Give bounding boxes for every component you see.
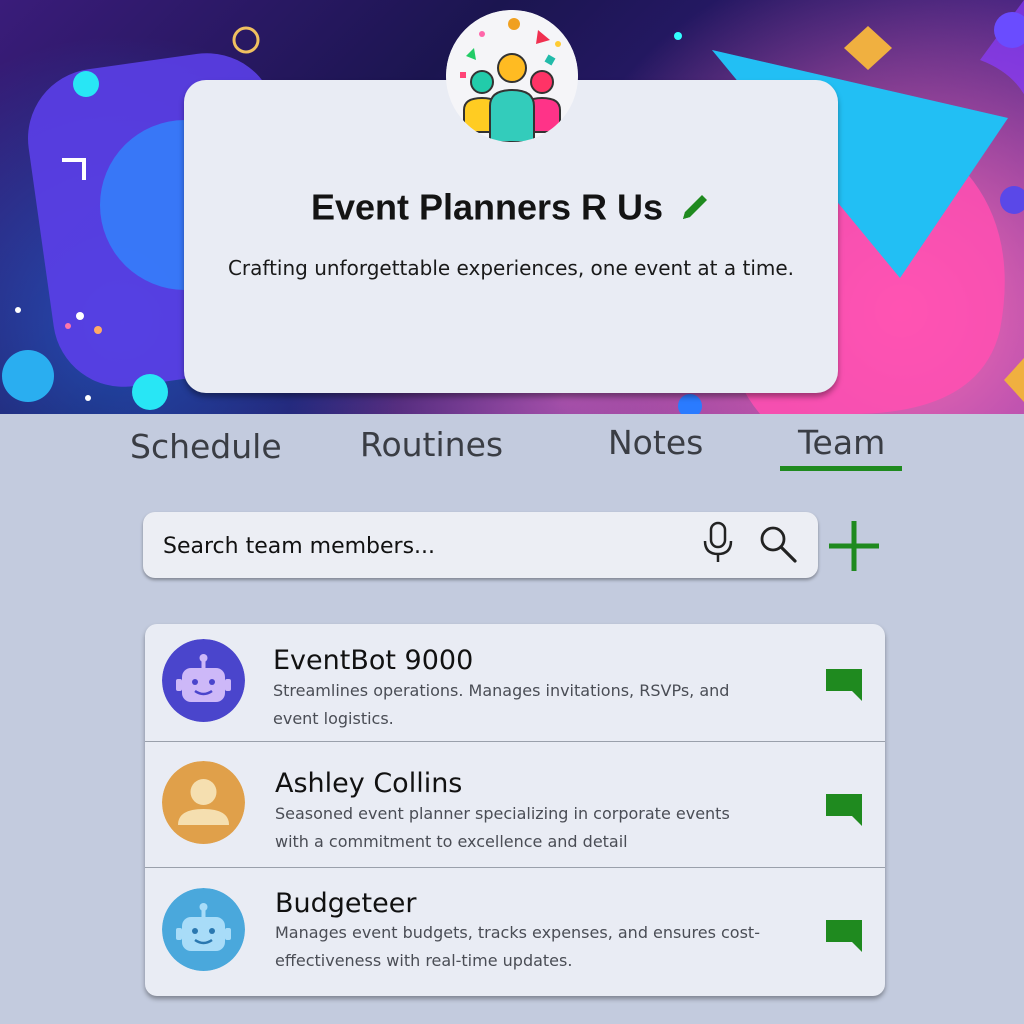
member-name: Ashley Collins: [275, 768, 463, 799]
active-tab-indicator: [780, 466, 902, 471]
tab-schedule[interactable]: Schedule: [130, 427, 282, 466]
org-title: Event Planners R Us: [0, 184, 1024, 228]
microphone-icon[interactable]: [700, 521, 736, 565]
person-icon: [162, 761, 245, 844]
list-item[interactable]: Budgeteer Manages event budgets, tracks …: [145, 867, 885, 996]
list-item[interactable]: Ashley Collins Seasoned event planner sp…: [145, 741, 885, 868]
avatar: [162, 888, 245, 971]
member-description: Seasoned event planner specializing in c…: [275, 804, 730, 851]
tab-notes[interactable]: Notes: [608, 423, 703, 462]
avatar: [162, 761, 245, 844]
member-name: EventBot 9000: [273, 645, 474, 676]
robot-icon: [162, 888, 245, 971]
member-name: Budgeteer: [275, 888, 417, 919]
chat-bubble-icon[interactable]: [824, 792, 864, 828]
team-group-icon: [446, 10, 578, 142]
tab-routines[interactable]: Routines: [360, 425, 503, 464]
member-description: Streamlines operations. Manages invitati…: [273, 681, 730, 728]
search-icon[interactable]: [758, 524, 798, 564]
list-item[interactable]: EventBot 9000 Streamlines operations. Ma…: [145, 624, 885, 741]
chat-bubble-icon[interactable]: [824, 918, 864, 954]
tab-team[interactable]: Team: [798, 423, 885, 462]
member-description: Manages event budgets, tracks expenses, …: [275, 923, 760, 970]
org-avatar[interactable]: [446, 10, 578, 142]
org-name: Event Planners R Us: [310, 186, 664, 228]
pencil-icon[interactable]: [677, 189, 713, 225]
robot-icon: [162, 639, 245, 722]
plus-icon[interactable]: [826, 518, 882, 574]
org-tagline: Crafting unforgettable experiences, one …: [227, 256, 795, 280]
chat-bubble-icon[interactable]: [824, 667, 864, 703]
avatar: [162, 639, 245, 722]
search-input[interactable]: [161, 512, 675, 580]
team-member-list: EventBot 9000 Streamlines operations. Ma…: [145, 624, 885, 996]
